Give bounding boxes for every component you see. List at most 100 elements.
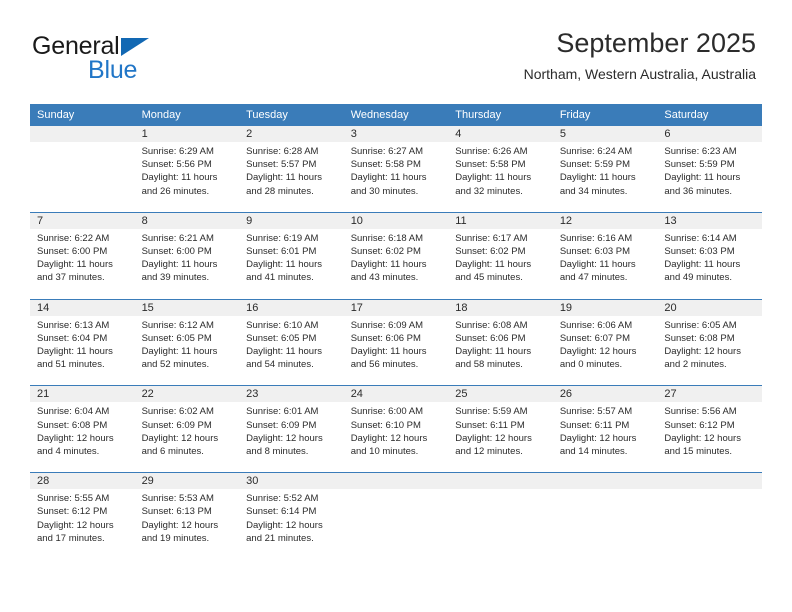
- day-cell[interactable]: Sunrise: 6:24 AM Sunset: 5:59 PM Daylight:…: [552, 142, 658, 204]
- day-number[interactable]: 14: [30, 299, 135, 316]
- day-number[interactable]: 17: [343, 299, 449, 316]
- day-cell[interactable]: Sunrise: 5:56 AM Sunset: 6:12 PM Daylight:…: [657, 402, 762, 465]
- brand-name-blue: Blue: [88, 56, 138, 84]
- day-cell[interactable]: Sunrise: 6:02 AM Sunset: 6:09 PM Daylight:…: [134, 402, 240, 465]
- sunrise-text: Sunrise: 5:52 AM: [246, 493, 319, 505]
- day-number[interactable]: 24: [343, 386, 449, 403]
- day-cell[interactable]: Sunrise: 6:14 AM Sunset: 6:03 PM Daylight:…: [657, 228, 762, 291]
- sunrise-text: Sunrise: 6:00 AM: [350, 406, 424, 418]
- sunrise-text: Sunrise: 6:13 AM: [37, 319, 110, 331]
- day-cell[interactable]: Sunrise: 6:01 AM Sunset: 6:09 PM Daylight:…: [239, 402, 344, 465]
- sunrise-text: Sunrise: 6:19 AM: [246, 232, 319, 244]
- day-cell-empty: [657, 489, 762, 552]
- day-number[interactable]: 22: [134, 386, 240, 403]
- sunrise-text: Sunrise: 6:27 AM: [350, 146, 424, 157]
- daylight-text: Daylight: 12 hours and 21 minutes.: [246, 519, 323, 544]
- day-cell[interactable]: Sunrise: 6:00 AM Sunset: 6:10 PM Daylight:…: [343, 402, 449, 465]
- day-number[interactable]: 26: [552, 386, 658, 403]
- day-cell[interactable]: Sunrise: 6:16 AM Sunset: 6:03 PM Daylight:…: [552, 228, 658, 291]
- day-cell-empty: [448, 489, 553, 552]
- day-number[interactable]: 29: [134, 473, 240, 490]
- day-number-row: 123456: [30, 126, 762, 142]
- day-number[interactable]: 7: [30, 212, 135, 229]
- day-cell[interactable]: Sunrise: 6:04 AM Sunset: 6:08 PM Daylight:…: [30, 402, 135, 465]
- day-number[interactable]: 20: [657, 299, 762, 316]
- day-cell[interactable]: Sunrise: 5:57 AM Sunset: 6:11 PM Daylight:…: [552, 402, 658, 465]
- day-cell[interactable]: Sunrise: 6:05 AM Sunset: 6:08 PM Daylight:…: [657, 315, 762, 378]
- calendar-table: Sunday Monday Tuesday Wednesday Thursday…: [30, 104, 762, 552]
- daylight-text: Daylight: 11 hours and 37 minutes.: [37, 259, 113, 284]
- day-cell[interactable]: Sunrise: 6:27 AM Sunset: 5:58 PM Daylight:…: [343, 142, 449, 204]
- daylight-text: Daylight: 11 hours and 36 minutes.: [664, 172, 741, 197]
- day-number[interactable]: 27: [657, 386, 762, 403]
- day-cell[interactable]: Sunrise: 5:53 AM Sunset: 6:13 PM Daylight:…: [134, 489, 240, 552]
- sunset-text: Sunset: 6:06 PM: [455, 332, 526, 344]
- page-header: General Blue September 2025 Northam, Wes…: [0, 0, 792, 104]
- day-number[interactable]: 5: [552, 126, 658, 142]
- day-number[interactable]: 10: [343, 212, 449, 229]
- sunrise-text: Sunrise: 5:57 AM: [559, 406, 633, 418]
- day-number[interactable]: 30: [239, 473, 344, 490]
- sunset-text: Sunset: 6:12 PM: [37, 506, 108, 518]
- sunrise-text: Sunrise: 6:06 AM: [559, 319, 633, 331]
- day-cell[interactable]: Sunrise: 6:08 AM Sunset: 6:06 PM Daylight:…: [448, 315, 553, 378]
- day-number[interactable]: 25: [448, 386, 553, 403]
- daylight-text: Daylight: 12 hours and 17 minutes.: [37, 519, 114, 544]
- day-number[interactable]: 9: [239, 212, 344, 229]
- day-cell[interactable]: Sunrise: 5:55 AM Sunset: 6:12 PM Daylight:…: [30, 489, 135, 552]
- day-cell[interactable]: Sunrise: 6:13 AM Sunset: 6:04 PM Daylight:…: [30, 315, 135, 378]
- day-cell[interactable]: Sunrise: 6:10 AM Sunset: 6:05 PM Daylight:…: [239, 315, 344, 378]
- day-number[interactable]: 6: [657, 126, 762, 142]
- day-number-empty: [343, 473, 449, 490]
- day-number[interactable]: 8: [134, 212, 240, 229]
- daylight-text: Daylight: 11 hours and 58 minutes.: [455, 346, 532, 371]
- day-number[interactable]: 1: [134, 126, 240, 142]
- day-number[interactable]: 11: [448, 212, 553, 229]
- week-gap-cell: [30, 290, 762, 299]
- day-number[interactable]: 12: [552, 212, 658, 229]
- sunset-text: Sunset: 6:09 PM: [141, 419, 212, 431]
- day-cell[interactable]: Sunrise: 5:59 AM Sunset: 6:11 PM Daylight:…: [448, 402, 553, 465]
- day-number[interactable]: 18: [448, 299, 553, 316]
- day-number[interactable]: 28: [30, 473, 135, 490]
- daylight-text: Daylight: 12 hours and 2 minutes.: [664, 346, 741, 371]
- sunset-text: Sunset: 6:05 PM: [141, 332, 212, 344]
- page-title: September 2025: [556, 28, 756, 58]
- daylight-text: Daylight: 11 hours and 45 minutes.: [455, 259, 532, 284]
- day-cell[interactable]: Sunrise: 6:22 AM Sunset: 6:00 PM Daylight:…: [30, 228, 135, 291]
- brand-logo[interactable]: General Blue: [32, 33, 242, 89]
- day-number[interactable]: 15: [134, 299, 240, 316]
- day-cell[interactable]: Sunrise: 6:09 AM Sunset: 6:06 PM Daylight:…: [343, 315, 449, 378]
- day-cell[interactable]: Sunrise: 5:52 AM Sunset: 6:14 PM Daylight:…: [239, 489, 344, 552]
- day-cell[interactable]: Sunrise: 6:26 AM Sunset: 5:58 PM Daylight:…: [448, 142, 553, 204]
- day-cell[interactable]: Sunrise: 6:29 AM Sunset: 5:56 PM Daylight:…: [134, 142, 240, 204]
- sunset-text: Sunset: 6:09 PM: [246, 419, 317, 431]
- week-gap: [30, 203, 762, 212]
- day-cell[interactable]: Sunrise: 6:23 AM Sunset: 5:59 PM Daylight:…: [657, 142, 762, 204]
- daylight-text: Daylight: 12 hours and 19 minutes.: [141, 519, 219, 544]
- day-cell[interactable]: Sunrise: 6:19 AM Sunset: 6:01 PM Daylight:…: [239, 228, 344, 291]
- day-cell[interactable]: Sunrise: 6:18 AM Sunset: 6:02 PM Daylight:…: [343, 228, 449, 291]
- day-number[interactable]: 4: [448, 126, 553, 142]
- day-number[interactable]: 21: [30, 386, 135, 403]
- sunset-text: Sunset: 6:04 PM: [37, 332, 108, 344]
- week-gap-cell: [30, 203, 762, 212]
- sunset-text: Sunset: 6:05 PM: [246, 332, 317, 344]
- day-cell[interactable]: Sunrise: 6:17 AM Sunset: 6:02 PM Daylight:…: [448, 228, 553, 291]
- day-number[interactable]: 16: [239, 299, 344, 316]
- daylight-text: Daylight: 12 hours and 14 minutes.: [559, 432, 637, 458]
- day-cell[interactable]: Sunrise: 6:06 AM Sunset: 6:07 PM Daylight:…: [552, 315, 658, 378]
- weekday-header-sunday: Sunday: [30, 104, 135, 126]
- day-number[interactable]: 2: [239, 126, 344, 142]
- day-cell[interactable]: Sunrise: 6:28 AM Sunset: 5:57 PM Daylight:…: [239, 142, 344, 204]
- day-number[interactable]: 19: [552, 299, 658, 316]
- day-cell[interactable]: Sunrise: 6:21 AM Sunset: 6:00 PM Daylight:…: [134, 228, 240, 291]
- daylight-text: Daylight: 11 hours and 26 minutes.: [141, 172, 218, 197]
- day-number[interactable]: 13: [657, 212, 762, 229]
- sunset-text: Sunset: 5:56 PM: [141, 159, 212, 171]
- day-cell[interactable]: Sunrise: 6:12 AM Sunset: 6:05 PM Daylight:…: [134, 315, 240, 378]
- sunrise-text: Sunrise: 6:12 AM: [141, 319, 214, 331]
- day-number[interactable]: 3: [343, 126, 449, 142]
- sunrise-text: Sunrise: 5:59 AM: [455, 406, 528, 418]
- day-number[interactable]: 23: [239, 386, 344, 403]
